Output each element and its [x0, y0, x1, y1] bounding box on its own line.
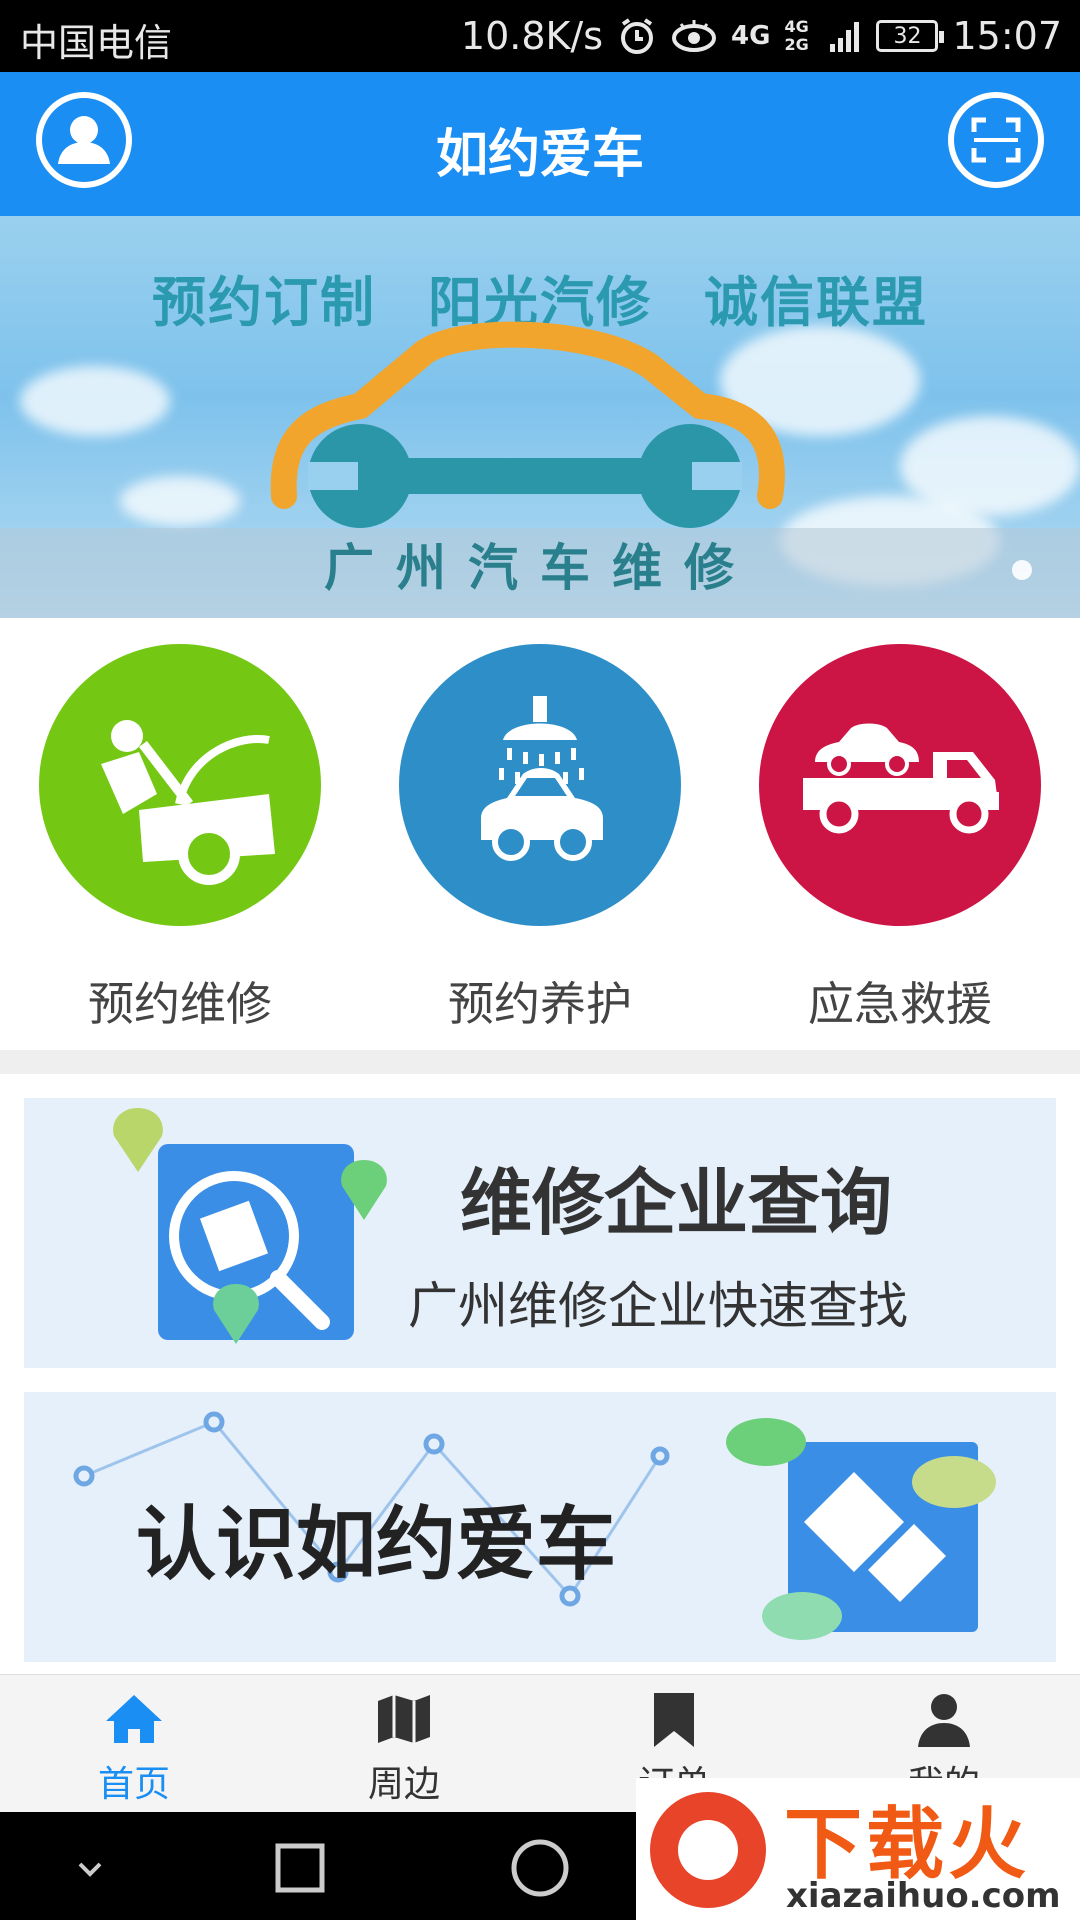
eye-icon — [671, 16, 717, 56]
banner-subtitle: 广州汽车维修 — [324, 539, 756, 597]
square-icon — [275, 1843, 325, 1893]
clock: 15:07 — [952, 14, 1062, 58]
service-rescue[interactable]: 应急救援 — [750, 644, 1050, 1034]
network-speed: 10.8K/s — [460, 14, 604, 58]
about-title: 认识如约爱车 — [136, 1498, 616, 1591]
recents-button[interactable] — [268, 1836, 332, 1900]
tab-nearby[interactable]: 周边 — [304, 1691, 504, 1807]
watermark-url: xiazaihuo.com — [786, 1876, 1061, 1916]
app-logo-icon — [726, 1418, 996, 1640]
signal-icon — [828, 16, 862, 56]
alarm-icon — [617, 16, 657, 56]
carousel-indicator[interactable] — [1012, 560, 1032, 580]
car-wrench-logo — [270, 321, 785, 528]
enterprise-query-title: 维修企业查询 — [460, 1161, 893, 1245]
enterprise-query-card[interactable]: 维修企业查询 广州维修企业快速查找 — [24, 1098, 1056, 1368]
map-icon — [378, 1695, 430, 1743]
promo-banner[interactable]: 预约订制 阳光汽修 诚信联盟 广州汽车维修 — [0, 216, 1080, 618]
tab-home-label: 首页 — [97, 1764, 170, 1805]
status-bar: 中国电信 10.8K/s 4G 4G 2G 32 15:07 — [0, 0, 1080, 72]
watermark: 下载火 xiazaihuo.com — [636, 1778, 1080, 1920]
enterprise-query-subtitle: 广州维修企业快速查找 — [408, 1277, 908, 1335]
service-repair-label: 预约维修 — [88, 977, 272, 1031]
service-repair[interactable]: 预约维修 — [30, 644, 330, 1034]
home-system-button[interactable] — [508, 1836, 572, 1900]
home-icon — [106, 1695, 162, 1743]
status-right-group: 10.8K/s 4G 4G 2G 32 15:07 — [461, 10, 1062, 62]
scan-button[interactable] — [948, 92, 1044, 188]
tab-home[interactable]: 首页 — [34, 1691, 234, 1807]
network-4g-2g-label: 4G 2G — [784, 17, 809, 54]
about-card[interactable]: 认识如约爱车 — [24, 1392, 1056, 1662]
network-4g-label: 4G — [731, 21, 771, 51]
page-title: 如约爱车 — [435, 125, 644, 185]
collapse-button[interactable] — [58, 1836, 122, 1900]
chevron-down-icon — [78, 1862, 102, 1877]
carrier-label: 中国电信 — [20, 21, 173, 65]
car-wash-icon — [399, 644, 681, 926]
section-divider — [0, 1050, 1080, 1074]
service-maintenance-label: 预约养护 — [448, 977, 632, 1031]
search-enterprise-icon — [113, 1108, 387, 1344]
tab-nearby-label: 周边 — [367, 1764, 440, 1805]
battery-indicator: 32 — [876, 20, 945, 52]
bookmark-icon — [654, 1693, 694, 1747]
service-rescue-label: 应急救援 — [808, 977, 992, 1031]
car-repair-icon — [39, 644, 321, 926]
battery-level: 32 — [893, 23, 922, 49]
tow-truck-icon — [759, 644, 1041, 926]
app-header: 如约爱车 — [0, 72, 1080, 216]
service-grid: 预约维修 预约养护 应急救援 — [0, 618, 1080, 1050]
watermark-logo-icon — [650, 1792, 766, 1908]
scan-icon — [971, 117, 1021, 163]
person-icon — [918, 1694, 970, 1747]
circle-icon — [511, 1839, 569, 1897]
service-maintenance[interactable]: 预约养护 — [390, 644, 690, 1034]
